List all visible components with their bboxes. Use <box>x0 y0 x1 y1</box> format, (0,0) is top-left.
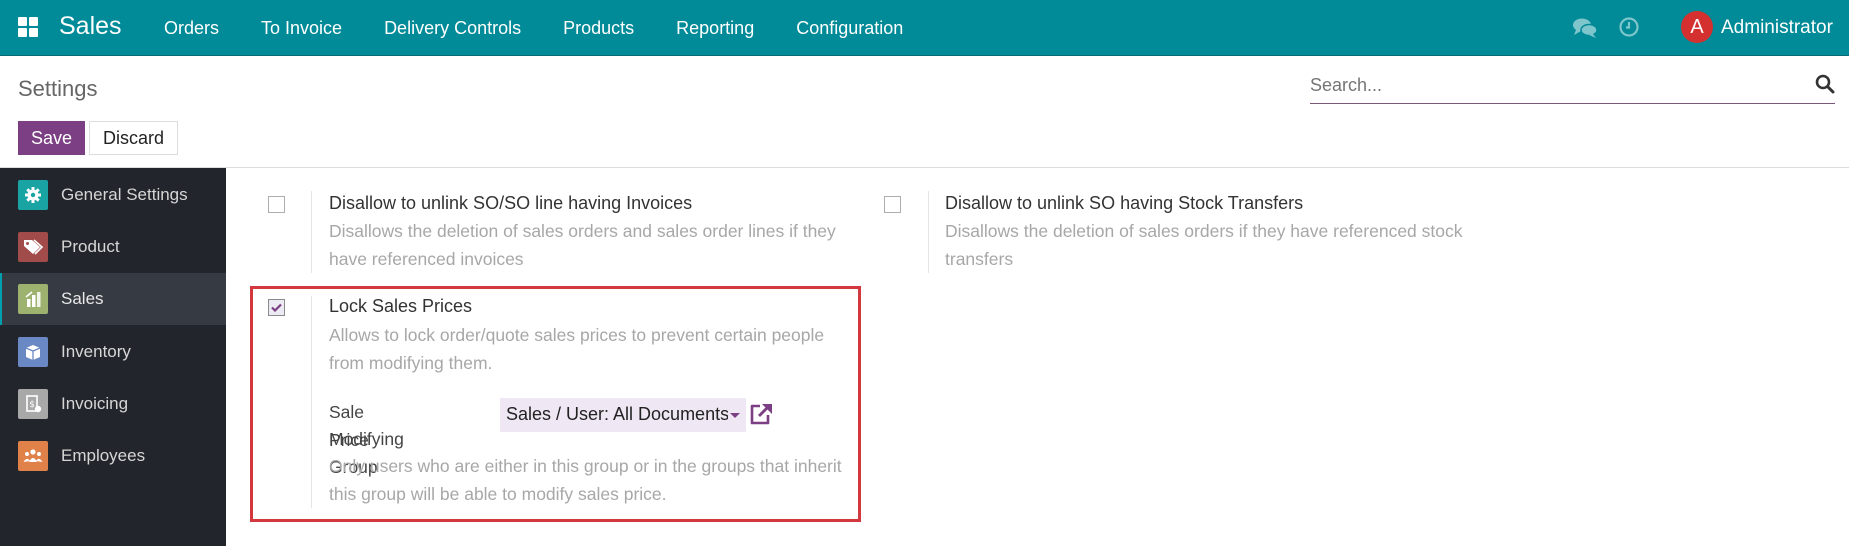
chat-icon[interactable] <box>1572 16 1598 40</box>
chart-icon <box>18 284 48 314</box>
page-title: Settings <box>18 76 98 101</box>
settings-sidebar: General Settings Product Sales Inventory… <box>0 168 226 546</box>
sidebar-item-label: Inventory <box>61 342 131 361</box>
search-icon[interactable] <box>1815 74 1835 94</box>
app-brand[interactable]: Sales <box>59 12 122 41</box>
main-menu: Orders To Invoice Delivery Controls Prod… <box>164 0 945 56</box>
sidebar-item-label: General Settings <box>61 185 188 204</box>
sidebar-item-label: Employees <box>61 446 146 465</box>
menu-products[interactable]: Products <box>563 18 634 39</box>
sidebar-item-label: Product <box>61 237 120 256</box>
invoice-icon: $ <box>18 389 48 419</box>
select-value: Sales / User: All Documents <box>506 404 728 424</box>
unlink-invoices-checkbox[interactable] <box>268 196 285 213</box>
setting-description: Allows to lock order/quote sales prices … <box>329 325 825 373</box>
setting-title: Disallow to unlink SO/SO line having Inv… <box>329 193 693 213</box>
setting-divider <box>311 191 312 273</box>
setting-title: Lock Sales Prices <box>329 296 473 316</box>
sidebar-item-invoicing[interactable]: $ Invoicing <box>0 378 226 430</box>
sale-price-group-select[interactable]: Sales / User: All Documents <box>500 398 746 432</box>
people-icon <box>18 441 48 471</box>
menu-reporting[interactable]: Reporting <box>676 18 754 39</box>
clock-icon[interactable] <box>1618 16 1640 38</box>
svg-text:$: $ <box>29 400 35 410</box>
field-help-text: Only users who are either in this group … <box>329 456 842 504</box>
setting-divider <box>311 296 312 508</box>
discard-button[interactable]: Discard <box>89 121 178 155</box>
user-name[interactable]: Administrator <box>1721 17 1833 39</box>
caret-down-icon <box>730 413 740 418</box>
lock-sales-prices-checkbox[interactable] <box>268 299 285 316</box>
sidebar-item-inventory[interactable]: Inventory <box>0 326 226 378</box>
sidebar-item-product[interactable]: Product <box>0 221 226 273</box>
user-avatar[interactable]: A <box>1681 11 1713 43</box>
gear-icon <box>18 180 48 210</box>
sidebar-item-sales[interactable]: Sales <box>0 273 226 325</box>
external-link-icon[interactable] <box>748 402 774 426</box>
menu-configuration[interactable]: Configuration <box>796 18 903 39</box>
setting-description: Disallows the deletion of sales orders i… <box>945 221 1463 269</box>
menu-orders[interactable]: Orders <box>164 18 219 39</box>
menu-delivery-controls[interactable]: Delivery Controls <box>384 18 521 39</box>
save-button[interactable]: Save <box>18 121 85 155</box>
menu-to-invoice[interactable]: To Invoice <box>261 18 342 39</box>
sidebar-item-label: Invoicing <box>61 394 129 413</box>
control-panel-divider <box>0 167 1849 168</box>
sidebar-item-general-settings[interactable]: General Settings <box>0 169 226 221</box>
sidebar-item-employees[interactable]: Employees <box>0 430 226 482</box>
box-icon <box>18 337 48 367</box>
setting-title: Disallow to unlink SO having Stock Trans… <box>945 193 1304 213</box>
tag-icon <box>18 232 48 262</box>
sidebar-item-label: Sales <box>61 289 104 308</box>
apps-grid-icon[interactable] <box>18 17 38 37</box>
top-navbar: Sales Orders To Invoice Delivery Control… <box>0 0 1849 56</box>
search-bar <box>1310 68 1835 104</box>
setting-divider <box>928 191 929 273</box>
setting-description: Disallows the deletion of sales orders a… <box>329 221 836 269</box>
search-input[interactable] <box>1310 72 1790 98</box>
unlink-transfers-checkbox[interactable] <box>884 196 901 213</box>
